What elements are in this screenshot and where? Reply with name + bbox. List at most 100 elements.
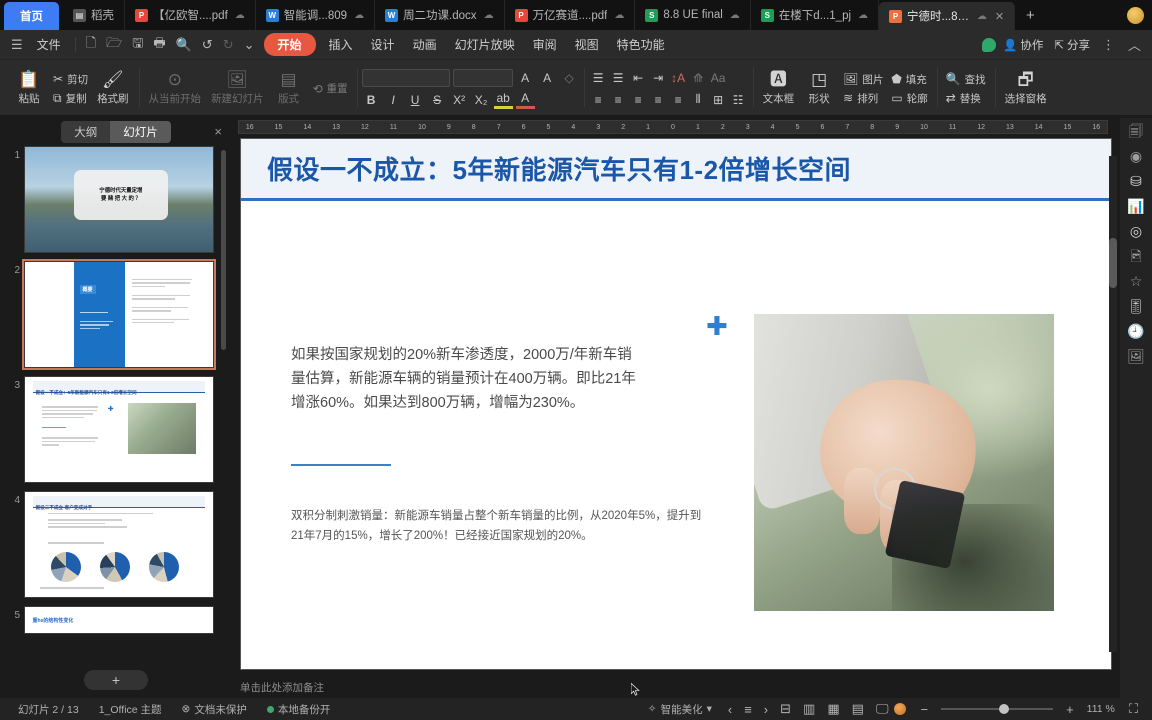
home-tab[interactable]: 首页 bbox=[4, 2, 59, 30]
new-file-icon[interactable]: 🗋 bbox=[81, 32, 101, 58]
textbox-button[interactable]: 🅰 文本框 bbox=[758, 62, 800, 115]
document-tab-daoke[interactable]: ▤ 稻壳 bbox=[63, 0, 125, 30]
slide-sorter-icon[interactable]: ▦ bbox=[821, 701, 845, 717]
smart-beautify-button[interactable]: ✧ 智能美化 ▾ bbox=[638, 702, 722, 717]
new-tab-button[interactable]: + bbox=[1015, 0, 1046, 30]
slide-body-text-2[interactable]: 双积分制刺激销量：新能源车销量占整个新车销量的比例，从2020年5%，提升到21… bbox=[291, 506, 711, 546]
outline-button[interactable]: ▭ 轮廓 bbox=[887, 90, 931, 107]
italic-button[interactable]: I bbox=[384, 90, 403, 109]
paste-button[interactable]: 📋 粘贴 bbox=[9, 62, 49, 115]
canvas-vertical-scrollbar[interactable] bbox=[1109, 156, 1117, 652]
list-item[interactable]: 1 宁德时代天量定增 要 赌 把 大 的 ？ bbox=[4, 146, 232, 253]
redo-icon[interactable]: ↻ bbox=[218, 35, 239, 55]
tab-view[interactable]: 视图 bbox=[566, 33, 608, 56]
hamburger-icon[interactable]: ☰ bbox=[6, 35, 28, 55]
undo-icon[interactable]: ↺ bbox=[197, 35, 218, 55]
notes-view-icon[interactable]: ▤ bbox=[846, 701, 870, 717]
align-text-button[interactable]: Aa bbox=[709, 68, 728, 87]
list-item[interactable]: 5 重he的结构性变化 bbox=[4, 606, 232, 634]
list-item[interactable]: 3 假设一不成立：5年新能源汽车只有1-2倍增长空间 ✚ bbox=[4, 376, 232, 483]
backup-status[interactable]: 本地备份开 bbox=[257, 702, 341, 717]
arrange-button[interactable]: ≋ 排列 bbox=[839, 90, 887, 107]
text-highlight-button[interactable]: ab bbox=[493, 90, 513, 109]
superscript-button[interactable]: X² bbox=[450, 90, 469, 109]
share-button[interactable]: ⇱ 分享 bbox=[1050, 34, 1094, 56]
picture-icon[interactable]: 🖼 bbox=[1127, 349, 1145, 363]
close-icon[interactable]: ✕ bbox=[995, 10, 1004, 23]
tab-slides[interactable]: 幻灯片 bbox=[110, 121, 171, 143]
slide-menu-button[interactable]: ≡ bbox=[738, 702, 758, 717]
collab-button[interactable]: 👤 协作 bbox=[999, 34, 1047, 56]
print-preview-icon[interactable]: 🔍 bbox=[171, 35, 197, 55]
target-icon[interactable]: ◎ bbox=[1130, 224, 1142, 238]
zoom-in-button[interactable]: + bbox=[1060, 702, 1080, 717]
document-tab-zhouer-docx[interactable]: W 周二功课.docx ☁ bbox=[375, 0, 505, 30]
document-tab-yiou-pdf[interactable]: P 【亿欧智....pdf ☁ bbox=[125, 0, 256, 30]
image-frame-icon[interactable]: 🖻 bbox=[1130, 249, 1141, 263]
print-icon[interactable]: 🖶 bbox=[148, 32, 170, 58]
from-current-slide-button[interactable]: ⊙ 从当前开始 bbox=[144, 62, 207, 115]
fit-to-window-icon[interactable]: ⛶ bbox=[1123, 701, 1144, 717]
decrease-indent-button[interactable]: ⇤ bbox=[629, 68, 648, 87]
strikethrough-button[interactable]: S bbox=[428, 90, 447, 109]
page-title[interactable]: 假设一不成立：5年新能源汽车只有1-2倍增长空间 bbox=[267, 150, 851, 187]
zoom-slider[interactable] bbox=[941, 704, 1054, 714]
sliders-icon[interactable]: 🎚 bbox=[1127, 299, 1145, 313]
scrollbar-thumb[interactable] bbox=[1109, 238, 1117, 288]
duplicate-icon[interactable]: 🗐 bbox=[1129, 124, 1143, 138]
justify-button[interactable]: ≡ bbox=[649, 90, 668, 109]
slide-thumbnail-5[interactable]: 重he的结构性变化 bbox=[24, 606, 214, 634]
bullet-list-button[interactable]: ☰ bbox=[589, 68, 608, 87]
tab-special-features[interactable]: 特色功能 bbox=[608, 33, 674, 56]
document-tab-zailou[interactable]: S 在楼下d...1_pj ☁ bbox=[751, 0, 880, 30]
list-item[interactable]: 2 概要 bbox=[4, 259, 232, 370]
reset-button[interactable]: ⟲ 重置 bbox=[309, 80, 352, 97]
document-tab-zhineng[interactable]: W 智能调...809 ☁ bbox=[256, 0, 376, 30]
history-icon[interactable]: 🕘 bbox=[1127, 324, 1144, 338]
bold-button[interactable]: B bbox=[362, 90, 381, 109]
increase-indent-button[interactable]: ⇥ bbox=[649, 68, 668, 87]
smartart-button[interactable]: ⊞ bbox=[709, 90, 728, 109]
save-icon[interactable]: 🖫 bbox=[127, 32, 148, 58]
find-button[interactable]: 🔍 查找 bbox=[942, 71, 990, 88]
tab-insert[interactable]: 插入 bbox=[320, 33, 362, 56]
copy-button[interactable]: ⧉ 复制 bbox=[49, 90, 92, 107]
next-slide-button[interactable]: › bbox=[758, 702, 774, 717]
numbered-list-button[interactable]: ☰ bbox=[609, 68, 628, 87]
slide-thumbnail-4[interactable]: 假设二不成立-客户变成对手 bbox=[24, 491, 214, 598]
slide-body-text-1[interactable]: 如果按国家规划的20%新车渗透度，2000万/年新车销量估算，新能源车辆的销量预… bbox=[291, 344, 641, 416]
open-folder-icon[interactable]: 🗁 bbox=[101, 32, 127, 58]
replace-button[interactable]: ⇄ 替换 bbox=[942, 90, 990, 107]
distribute-button[interactable]: ≡ bbox=[669, 90, 688, 109]
fill-bucket-icon[interactable]: ⛁ bbox=[1130, 174, 1142, 188]
chart-icon[interactable]: 📊 bbox=[1127, 199, 1144, 213]
normal-view-icon[interactable]: ⊟ bbox=[774, 701, 797, 717]
document-tab-ningde-active[interactable]: P 宁德时...817 ☁ ✕ bbox=[879, 2, 1016, 30]
subscript-button[interactable]: X₂ bbox=[472, 90, 491, 109]
tab-review[interactable]: 审阅 bbox=[524, 33, 566, 56]
tab-outline[interactable]: 大纲 bbox=[61, 121, 110, 143]
slide-thumbnail-3[interactable]: 假设一不成立：5年新能源汽车只有1-2倍增长空间 ✚ bbox=[24, 376, 214, 483]
collapse-ribbon-icon[interactable]: ︿ bbox=[1123, 33, 1146, 56]
align-right-button[interactable]: ≡ bbox=[629, 90, 648, 109]
clear-formatting-icon[interactable]: ◇ bbox=[560, 68, 579, 87]
notes-pane[interactable]: 单击此处添加备注 bbox=[232, 676, 1120, 698]
slide-thumbnail-2[interactable]: 概要 bbox=[22, 259, 216, 370]
list-item[interactable]: 4 假设二不成立-客户变成对手 bbox=[4, 491, 232, 598]
more-options-icon[interactable]: ⋮ bbox=[1097, 35, 1120, 55]
text-direction-button[interactable]: ⟰ bbox=[689, 68, 708, 87]
columns-button[interactable]: ⫴ bbox=[689, 90, 708, 109]
format-painter-button[interactable]: 🖌 格式刷 bbox=[92, 62, 134, 115]
tab-start[interactable]: 开始 bbox=[263, 33, 316, 56]
cloud-sync-icon[interactable] bbox=[982, 37, 997, 52]
chevron-down-icon[interactable]: ⌄ bbox=[239, 35, 260, 55]
close-icon[interactable]: × bbox=[214, 124, 222, 139]
shapes-button[interactable]: ◳ 形状 bbox=[799, 62, 839, 115]
list-tools-button[interactable]: ☷ bbox=[729, 90, 748, 109]
cut-button[interactable]: ✂ 剪切 bbox=[49, 71, 92, 88]
panel-scrollbar[interactable] bbox=[221, 150, 226, 350]
font-name-input[interactable] bbox=[361, 68, 450, 87]
fill-button[interactable]: ⬟ 填充 bbox=[887, 71, 931, 88]
add-slide-button[interactable]: + bbox=[84, 670, 148, 690]
tab-design[interactable]: 设计 bbox=[362, 33, 404, 56]
